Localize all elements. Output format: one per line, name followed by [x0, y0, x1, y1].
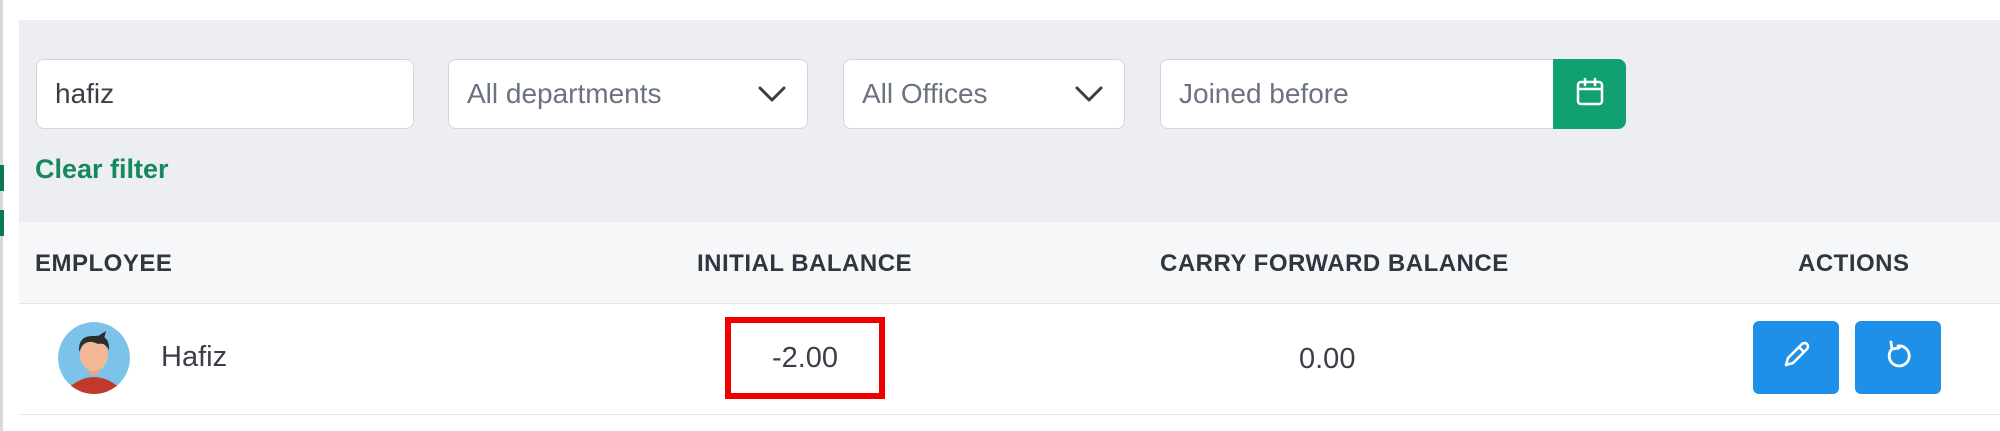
column-header-initial-balance: INITIAL BALANCE: [697, 250, 913, 277]
reset-icon: [1880, 337, 1916, 378]
pencil-icon: [1778, 337, 1814, 378]
clear-filter-link[interactable]: Clear filter: [35, 154, 169, 185]
joined-before-date-input[interactable]: Joined before: [1160, 59, 1554, 129]
department-select-value: All departments: [467, 78, 662, 109]
filter-panel: hafiz All departments All Offices Joined…: [19, 20, 2000, 222]
reset-button[interactable]: [1855, 321, 1941, 394]
calendar-icon: [1574, 76, 1606, 113]
column-header-employee: EMPLOYEE: [35, 250, 173, 277]
office-select-value: All Offices: [862, 78, 988, 109]
joined-before-placeholder: Joined before: [1179, 78, 1349, 109]
table-header: EMPLOYEE INITIAL BALANCE CARRY FORWARD B…: [19, 222, 2000, 304]
employee-name: Hafiz: [161, 341, 228, 373]
chevron-down-icon: [755, 84, 789, 104]
calendar-button[interactable]: [1553, 59, 1626, 129]
carry-forward-balance-value: 0.00: [1299, 343, 1356, 375]
column-header-carry-forward-balance: CARRY FORWARD BALANCE: [1160, 250, 1509, 277]
office-select[interactable]: All Offices: [843, 59, 1125, 129]
initial-balance-cell: -2.00: [725, 317, 885, 399]
avatar: [58, 322, 130, 394]
edit-button[interactable]: [1753, 321, 1839, 394]
initial-balance-value: -2.00: [771, 341, 839, 374]
column-header-actions: ACTIONS: [1798, 250, 1910, 277]
left-edge-marker: [0, 210, 4, 236]
chevron-down-icon: [1072, 84, 1106, 104]
table-row: Hafiz -2.00 0.00: [19, 304, 2000, 415]
left-edge-marker: [0, 165, 4, 191]
department-select[interactable]: All departments: [448, 59, 808, 129]
search-input-value: hafiz: [55, 78, 115, 109]
search-input[interactable]: hafiz: [36, 59, 414, 129]
